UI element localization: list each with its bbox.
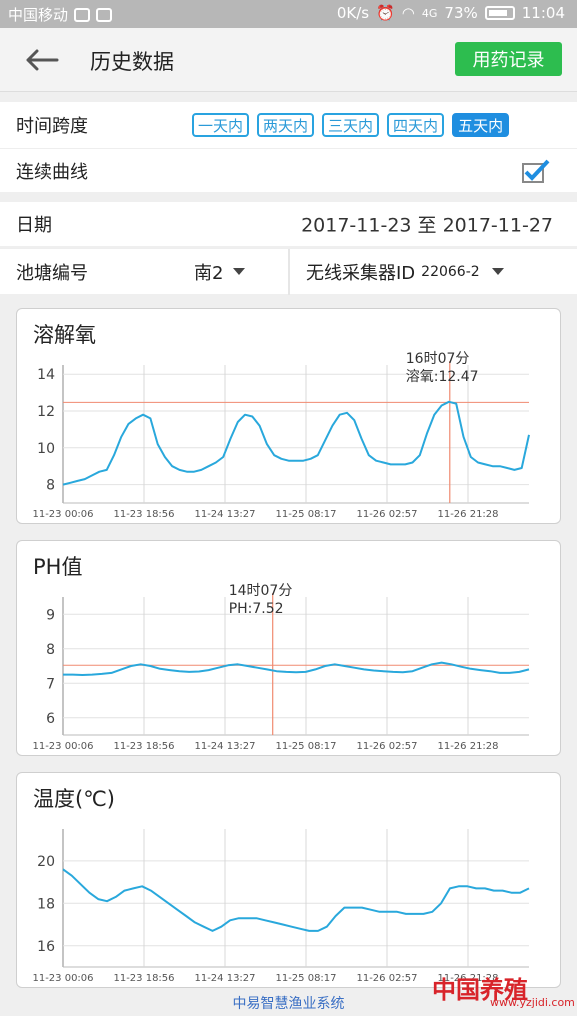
temperature-card: 16 18 20 11-23 00:06 11-23 18:56 11-24 13:27 1… (16, 772, 561, 988)
page-title: 历史数据 (90, 50, 174, 74)
network-speed: 0K/s (336, 4, 370, 22)
image-notification-icon (96, 7, 113, 22)
collector-select[interactable]: 无线采集器ID 22066-2 (306, 259, 504, 285)
x-tick-label: 11-24 13:27 (194, 973, 255, 984)
alarm-icon: ⏰ (376, 4, 395, 22)
x-tick-label: 11-24 13:27 (194, 741, 255, 752)
ph-card: 6 7 8 9 11-23 00:06 11-23 18:56 11-24 13:27 11-… (16, 540, 561, 756)
y-tick-label: 18 (37, 896, 55, 912)
y-tick-label: 8 (46, 478, 55, 494)
x-tick-label: 11-23 18:56 (113, 509, 174, 520)
ph-chart[interactable]: 6 7 8 9 11-23 00:06 11-23 18:56 11-24 13:27 11-… (17, 541, 562, 757)
y-tick-label: 6 (46, 711, 55, 727)
x-tick-label: 11-23 00:06 (32, 973, 93, 984)
y-tick-label: 10 (37, 441, 55, 457)
marker-value: 溶氧:12.47 (406, 369, 479, 385)
x-tick-label: 11-23 18:56 (113, 973, 174, 984)
time-span-option[interactable]: 四天内 (387, 113, 445, 137)
wifi-icon: ◠ (401, 4, 415, 22)
back-button[interactable] (20, 42, 64, 78)
chart-title: 温度(℃) (33, 787, 115, 811)
continuous-curve-label: 连续曲线 (16, 161, 88, 183)
marker-value: PH:7.52 (229, 601, 284, 617)
back-arrow-icon (26, 49, 59, 71)
time-span-option[interactable]: 两天内 (257, 113, 315, 137)
x-tick-label: 11-23 00:06 (32, 509, 93, 520)
x-tick-label: 11-26 02:57 (356, 973, 417, 984)
y-tick-label: 12 (37, 404, 55, 420)
series-line (62, 400, 530, 486)
y-tick-label: 14 (37, 367, 55, 383)
dissolved-oxygen-chart[interactable]: 8 10 12 14 11-23 00:06 11-23 18:56 11-24 13:27… (17, 309, 562, 525)
series-line (63, 661, 530, 676)
series-line (62, 868, 530, 932)
date-label: 日期 (16, 215, 52, 236)
time-span-options: 一天内 两天内 三天内 四天内 五天内 (192, 113, 510, 137)
marker-time: 16时07分 (406, 351, 470, 367)
toolbar: 历史数据 用药记录 (0, 28, 577, 92)
signal-icon: 4G (421, 6, 438, 20)
time-span-option[interactable]: 五天内 (452, 113, 510, 137)
continuous-curve-checkbox[interactable] (522, 158, 550, 184)
medication-record-button[interactable]: 用药记录 (455, 42, 562, 76)
time-span-option[interactable]: 三天内 (322, 113, 380, 137)
chevron-down-icon (491, 268, 504, 275)
time-span-row: 时间跨度 一天内 两天内 三天内 四天内 五天内 (0, 102, 577, 148)
x-tick-label: 11-23 18:56 (113, 741, 174, 752)
collector-label: 无线采集器ID (306, 262, 416, 284)
y-tick-label: 8 (46, 642, 55, 658)
watermark-url: www.yzjidi.com (490, 996, 575, 1009)
y-tick-label: 7 (46, 676, 55, 692)
battery-percent: 73% (444, 4, 478, 22)
pond-label: 池塘编号 (16, 262, 88, 284)
notification-icon (74, 7, 91, 22)
date-range-value[interactable]: 2017-11-23 至 2017-11-27 (301, 211, 553, 238)
x-tick-label: 11-26 21:28 (437, 509, 498, 520)
chevron-down-icon (233, 268, 246, 275)
x-tick-label: 11-25 08:17 (275, 973, 336, 984)
chart-title: 溶解氧 (33, 323, 96, 347)
x-tick-label: 11-24 13:27 (194, 509, 255, 520)
collector-value: 22066-2 (421, 263, 480, 280)
x-tick-label: 11-23 00:06 (32, 741, 93, 752)
x-tick-label: 11-26 02:57 (356, 741, 417, 752)
x-tick-label: 11-26 21:28 (437, 741, 498, 752)
y-tick-label: 9 (46, 607, 55, 623)
chart-title: PH值 (33, 555, 83, 579)
x-tick-label: 11-25 08:17 (275, 509, 336, 520)
x-tick-label: 11-26 02:57 (356, 509, 417, 520)
pond-row: 池塘编号 南2 无线采集器ID 22066-2 (0, 248, 577, 295)
pond-value: 南2 (194, 262, 224, 284)
continuous-curve-row: 连续曲线 (0, 148, 577, 192)
x-tick-label: 11-25 08:17 (275, 741, 336, 752)
date-row: 日期 2017-11-23 至 2017-11-27 (0, 202, 577, 246)
divider (288, 249, 290, 295)
battery-icon (484, 6, 515, 20)
carrier-label: 中国移动 (8, 6, 69, 24)
time-span-label: 时间跨度 (16, 116, 88, 137)
dissolved-oxygen-card: 8 10 12 14 11-23 00:06 11-23 18:56 11-24 13:27… (16, 308, 561, 524)
pond-select[interactable]: 南2 (194, 259, 246, 285)
y-tick-label: 20 (37, 854, 55, 870)
checkbox-checked-icon (522, 159, 550, 183)
y-tick-label: 16 (37, 939, 55, 955)
clock: 11:04 (521, 4, 565, 22)
status-bar: 中国移动 0K/s ⏰ ◠ 4G 73% 11:04 (0, 0, 577, 28)
marker-time: 14时07分 (229, 583, 293, 599)
time-span-option[interactable]: 一天内 (192, 113, 250, 137)
